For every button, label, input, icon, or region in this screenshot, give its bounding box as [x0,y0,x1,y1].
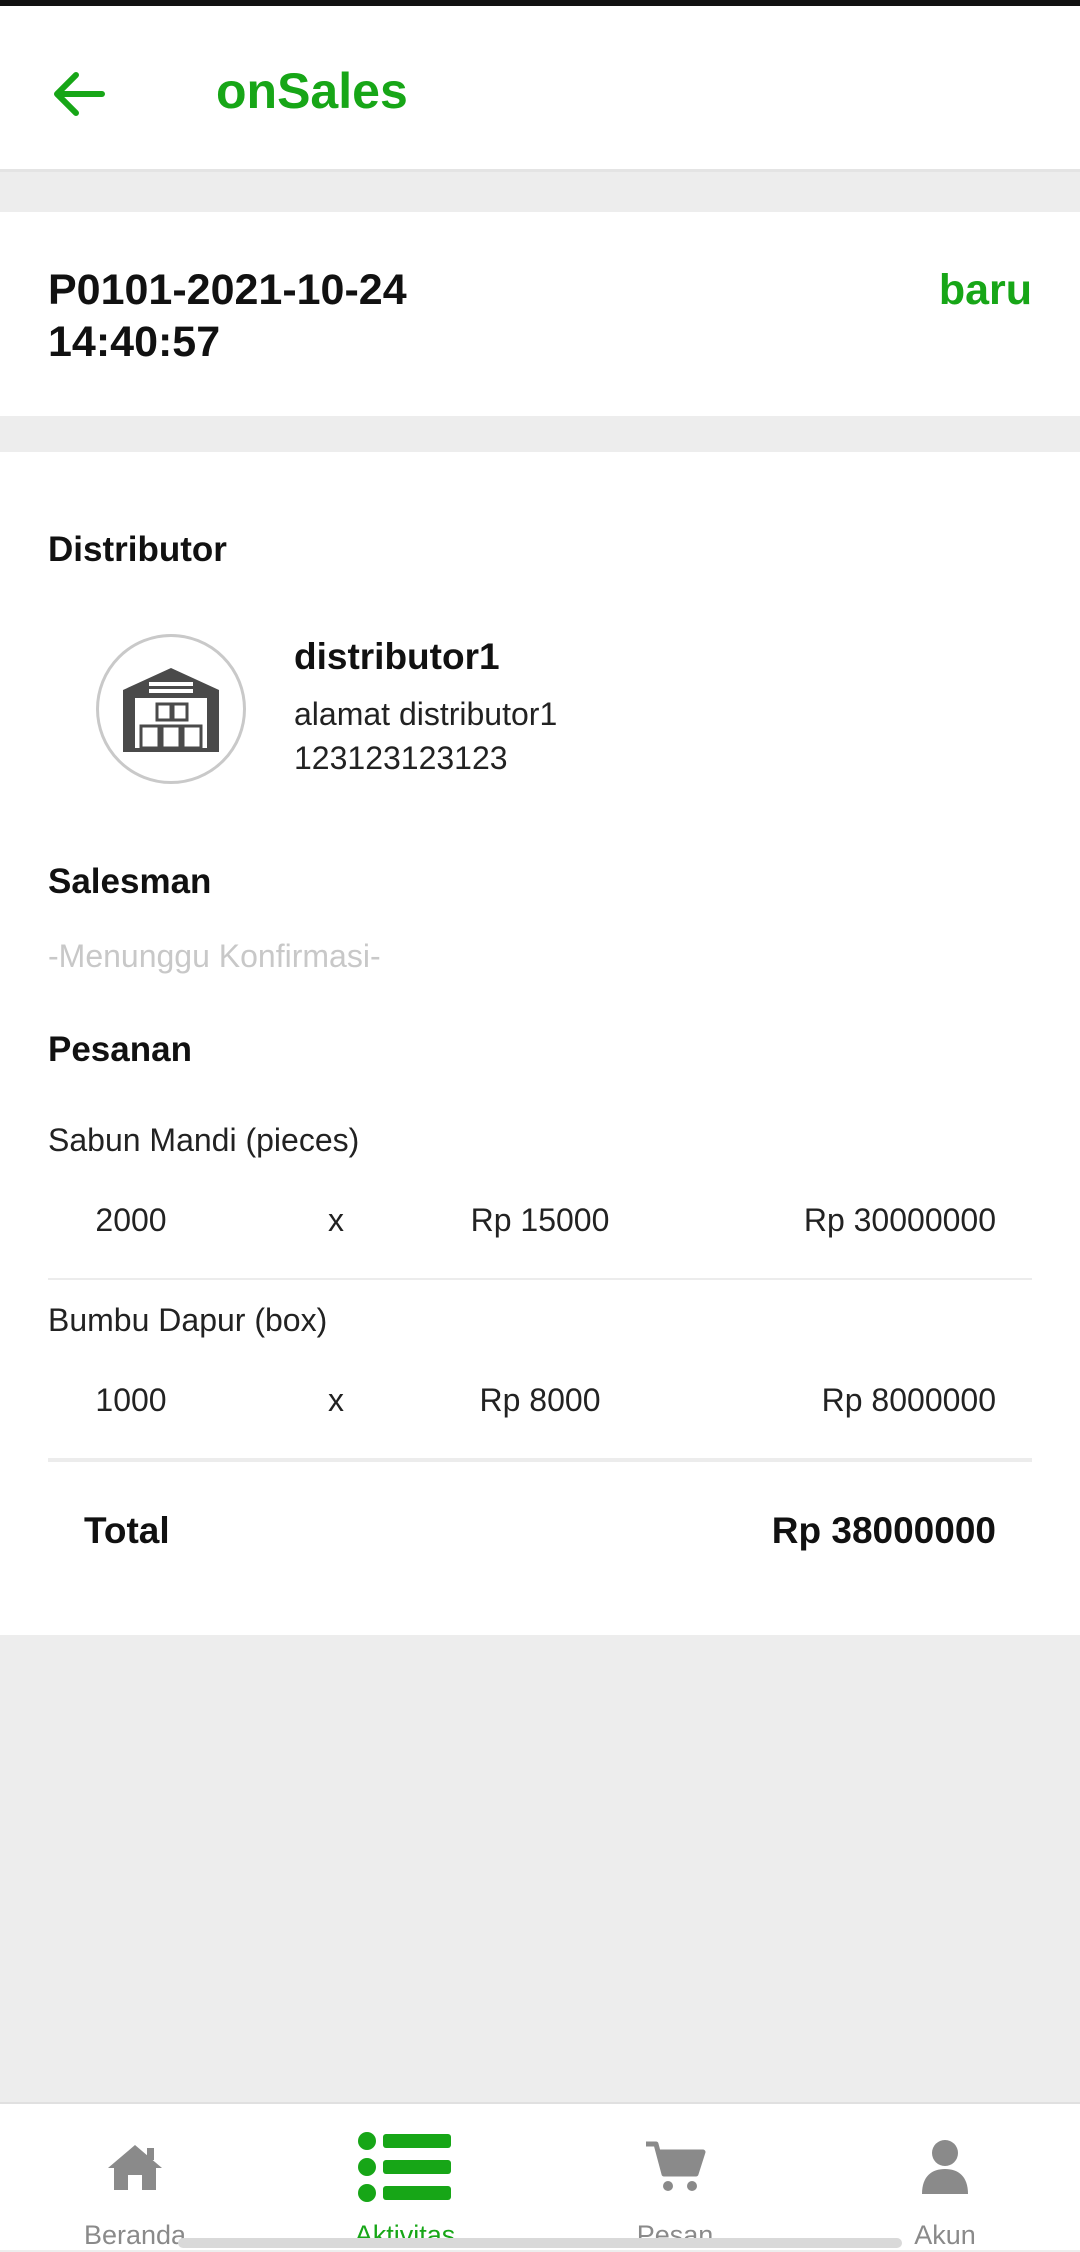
arrow-left-icon [54,72,105,116]
pesanan-section-title: Pesanan [48,1030,192,1069]
order-status-badge: baru [938,266,1032,314]
nav-item-beranda[interactable]: Beranda [0,2104,270,2252]
nav-item-pesan[interactable]: Pesan [540,2104,810,2252]
distributor-address: alamat distributor1 [294,696,558,732]
order-item-times: x [328,1382,344,1418]
total-label: Total [84,1510,170,1551]
order-item-price: Rp 8000 [479,1382,601,1418]
order-item-qty: 2000 [95,1202,167,1238]
distributor-phone: 123123123123 [294,740,508,776]
nav-item-akun[interactable]: Akun [810,2104,1080,2252]
distributor-name: distributor1 [294,636,500,677]
salesman-section-title: Salesman [48,862,212,901]
gesture-bar [178,2238,902,2248]
app-title: onSales [216,63,408,119]
distributor-section-title: Distributor [48,530,227,569]
order-header-card: P0101-2021-10-24 14:40:57 baru [0,212,1080,416]
cart-icon [646,2141,706,2191]
list-icon [358,2132,451,2202]
order-item-qty: 1000 [95,1382,167,1418]
order-id-line1: P0101-2021-10-24 [48,266,407,314]
order-item-name: Bumbu Dapur (box) [48,1302,328,1338]
total-divider [48,1458,1032,1462]
warehouse-icon [123,668,219,752]
home-icon [108,2145,162,2190]
order-item-name: Sabun Mandi (pieces) [48,1122,360,1158]
order-id: P0101-2021-10-24 14:40:57 [48,264,568,368]
order-id-line2: 14:40:57 [48,318,221,366]
order-item-subtotal: Rp 30000000 [803,1202,996,1238]
order-item-price: Rp 15000 [470,1202,610,1238]
total-value: Rp 38000000 [771,1510,996,1551]
order-item-times: x [328,1202,344,1238]
item-divider [48,1278,1032,1280]
app-bar: onSales [0,6,1080,172]
user-icon [922,2140,968,2194]
order-item-subtotal: Rp 8000000 [821,1382,996,1418]
salesman-status: -Menunggu Konfirmasi- [48,938,381,974]
bottom-navigation: Beranda Aktivitas Pesan Akun [0,2102,1080,2250]
back-button[interactable] [40,54,116,134]
distributor-avatar [96,634,246,784]
nav-item-aktivitas[interactable]: Aktivitas [270,2104,540,2252]
order-detail-card: Distributor distributor1 alamat distribu… [0,452,1080,1635]
